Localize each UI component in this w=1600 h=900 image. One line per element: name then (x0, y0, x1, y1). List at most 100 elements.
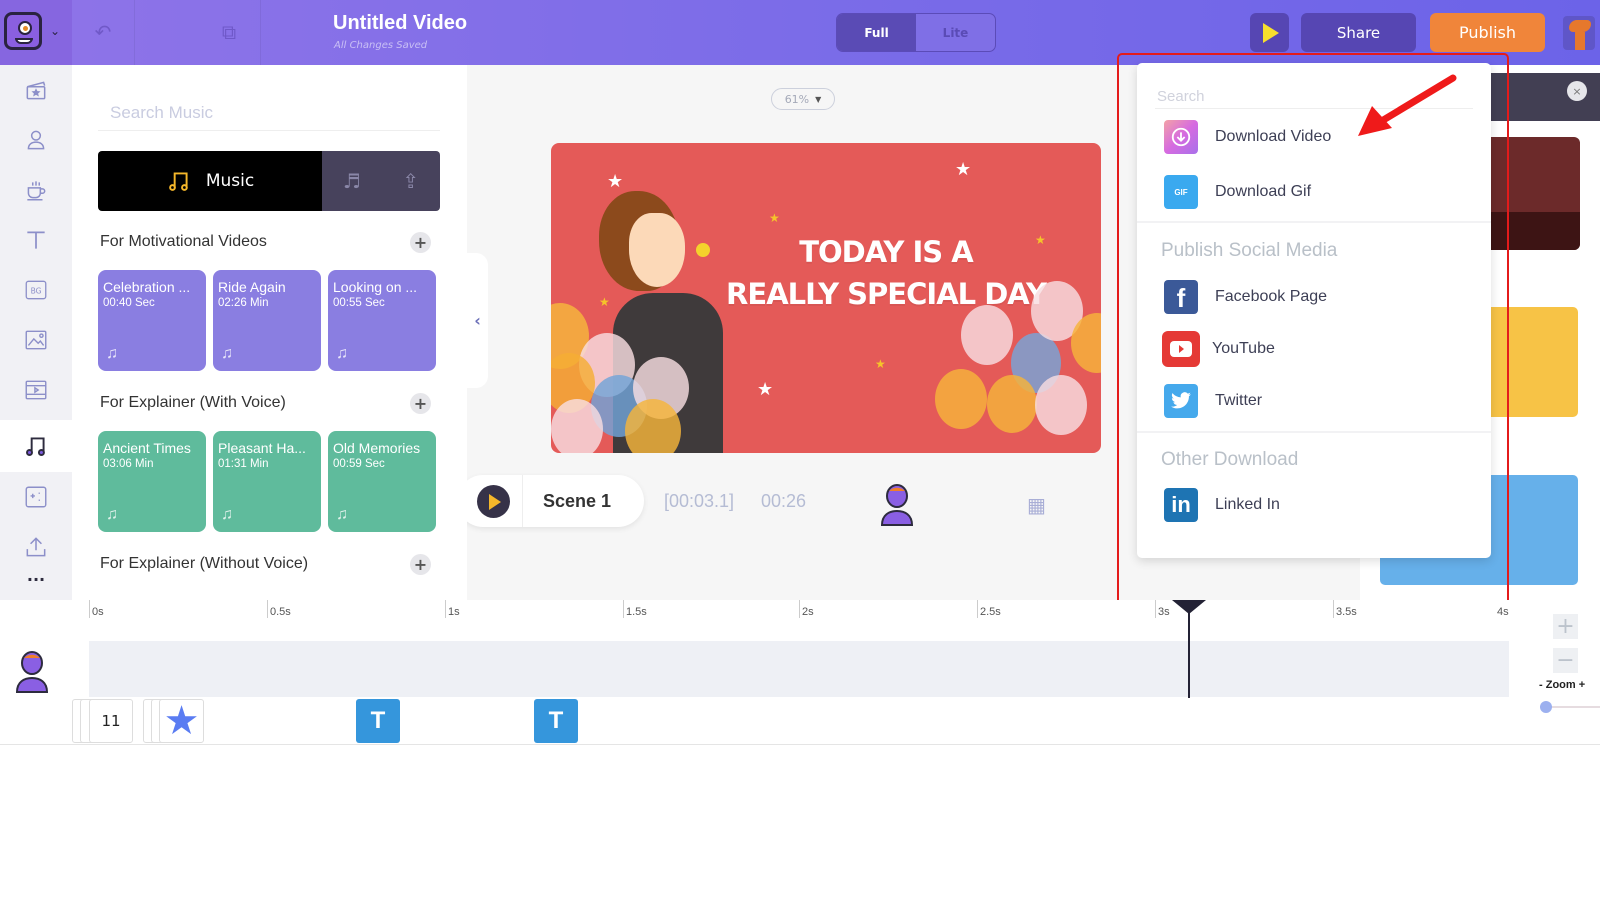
star-decoration: ★ (599, 295, 610, 309)
publish-button[interactable]: Publish (1430, 13, 1545, 52)
logo-menu[interactable]: ⌄ (0, 0, 72, 65)
zoom-in-button[interactable]: + (1553, 614, 1578, 639)
tab-upload-music-icon[interactable]: ⇪ (402, 169, 419, 193)
duplicate-icon[interactable]: ⧉ (216, 20, 242, 44)
zoom-out-button[interactable]: − (1553, 648, 1578, 673)
music-tabs-rest: ♬ ⇪ (322, 151, 440, 211)
canvas-zoom-select[interactable]: 61% ▼ (771, 88, 835, 110)
stage-headline[interactable]: TODAY IS A REALLY SPECIAL DAY (721, 231, 1051, 315)
clapboard-icon (26, 81, 46, 100)
video-icon[interactable]: ▦ (1027, 493, 1046, 517)
rail-music[interactable] (0, 420, 72, 472)
track-duration: 02:26 Min (218, 297, 269, 309)
zoom-slider-knob[interactable] (1540, 701, 1552, 713)
menu-item-linkedin[interactable]: in Linked In (1164, 488, 1280, 522)
music-note-icon: ♫ (106, 506, 118, 523)
music-note-icon: ♫ (336, 506, 348, 523)
character-track[interactable] (89, 641, 1509, 697)
caret-down-icon: ▼ (815, 94, 822, 104)
character-icon[interactable] (879, 483, 915, 527)
ruler-tick (799, 600, 800, 618)
section-title: Other Download (1161, 449, 1299, 470)
track-tile[interactable]: Ride Again 02:26 Min ♫ (213, 270, 321, 371)
mode-full-button[interactable]: Full (837, 14, 916, 51)
track-tile[interactable]: Looking on ... 00:55 Sec ♫ (328, 270, 436, 371)
scene-play-button[interactable] (477, 484, 510, 518)
ruler-tick (267, 600, 268, 618)
rail-images[interactable] (0, 315, 72, 365)
divider (1137, 431, 1491, 433)
rail-characters[interactable] (0, 115, 72, 165)
divider (1137, 221, 1491, 223)
menu-item-facebook[interactable]: f Facebook Page (1164, 280, 1327, 314)
timeline-clip-count[interactable]: 11 (89, 699, 133, 743)
logo-icon (4, 12, 42, 50)
more-icon[interactable]: ··· (0, 570, 72, 600)
redo-icon[interactable] (158, 20, 184, 44)
text-clip[interactable]: T (356, 699, 400, 743)
track-list: Celebration ... 00:40 Sec ♫ Ride Again 02:2… (98, 270, 436, 371)
menu-item-label: YouTube (1212, 340, 1275, 357)
preview-play-button[interactable] (1250, 13, 1289, 52)
image-icon (25, 330, 47, 350)
youtube-icon (1162, 331, 1200, 367)
save-status: All Changes Saved (334, 40, 428, 51)
project-title[interactable]: Untitled Video (333, 12, 467, 35)
track-tile[interactable]: Old Memories 00:59 Sec ♫ (328, 431, 436, 532)
collapse-panel-button[interactable]: ‹ (467, 253, 488, 388)
rail-effects[interactable] (0, 472, 72, 522)
track-name: Old Memories (333, 440, 421, 456)
track-duration: 00:55 Sec (333, 297, 385, 309)
rail-upload[interactable] (0, 522, 72, 572)
character-face (629, 213, 685, 287)
menu-item-label: Twitter (1215, 392, 1263, 409)
balloon (551, 399, 603, 453)
category-title: For Explainer (Without Voice) (100, 555, 309, 572)
balloon (935, 369, 987, 429)
menu-item-download-gif[interactable]: GIF Download Gif (1164, 175, 1311, 209)
upload-icon (26, 537, 46, 557)
playhead-line (1188, 610, 1190, 698)
tab-sound-effects-icon[interactable]: ♬ (343, 169, 361, 193)
rail-text[interactable] (0, 215, 72, 265)
star-clip-icon[interactable]: ★ (159, 699, 204, 743)
text-clip[interactable]: T (534, 699, 578, 743)
track-tile[interactable]: Pleasant Ha... 01:31 Min ♫ (213, 431, 321, 532)
track-name: Celebration ... (103, 279, 191, 295)
add-category-button[interactable]: + (410, 554, 431, 575)
menu-item-label: Facebook Page (1215, 288, 1328, 305)
rail-scenes[interactable] (0, 65, 72, 115)
undo-icon[interactable]: ↶ (90, 20, 116, 44)
track-name: Looking on ... (333, 279, 418, 295)
scene-stage[interactable]: ★ ★ ★ ★ ★ ★ ★ TODAY IS A REALLY SPECIAL … (551, 143, 1101, 453)
tab-music[interactable]: Music (98, 151, 322, 211)
share-button[interactable]: Share (1301, 13, 1416, 52)
scene-current-time: [00:03.1] (664, 491, 735, 511)
divider (522, 475, 523, 527)
scene-label[interactable]: Scene 1 (543, 491, 611, 512)
search-music-input[interactable] (98, 95, 440, 131)
close-icon[interactable]: × (1567, 81, 1587, 101)
track-tile[interactable]: Celebration ... 00:40 Sec ♫ (98, 270, 206, 371)
rail-background[interactable]: BG (0, 265, 72, 315)
top-bar: ⌄ ↶ ⧉ Untitled Video All Changes Saved F… (0, 0, 1600, 65)
mode-lite-button[interactable]: Lite (916, 14, 995, 51)
menu-item-download-video[interactable]: Download Video (1164, 120, 1331, 154)
user-avatar[interactable] (1563, 16, 1595, 50)
section-title: Publish Social Media (1161, 240, 1338, 261)
ruler-label: 2.5s (980, 606, 1001, 618)
character-icon (15, 651, 49, 693)
track-tile[interactable]: Ancient Times 03:06 Min ♫ (98, 431, 206, 532)
publish-search-input[interactable] (1155, 85, 1473, 109)
add-category-button[interactable]: + (410, 393, 431, 414)
menu-item-twitter[interactable]: Twitter (1164, 384, 1262, 418)
star-decoration: ★ (607, 171, 624, 192)
add-category-button[interactable]: + (410, 232, 431, 253)
rail-videos[interactable] (0, 365, 72, 415)
track-duration: 01:31 Min (218, 458, 269, 470)
ruler-label: 3.5s (1336, 606, 1357, 618)
menu-item-youtube[interactable]: YouTube (1162, 331, 1275, 367)
music-note-icon: ♫ (336, 345, 348, 362)
divider (260, 0, 261, 65)
rail-properties[interactable] (0, 165, 72, 215)
